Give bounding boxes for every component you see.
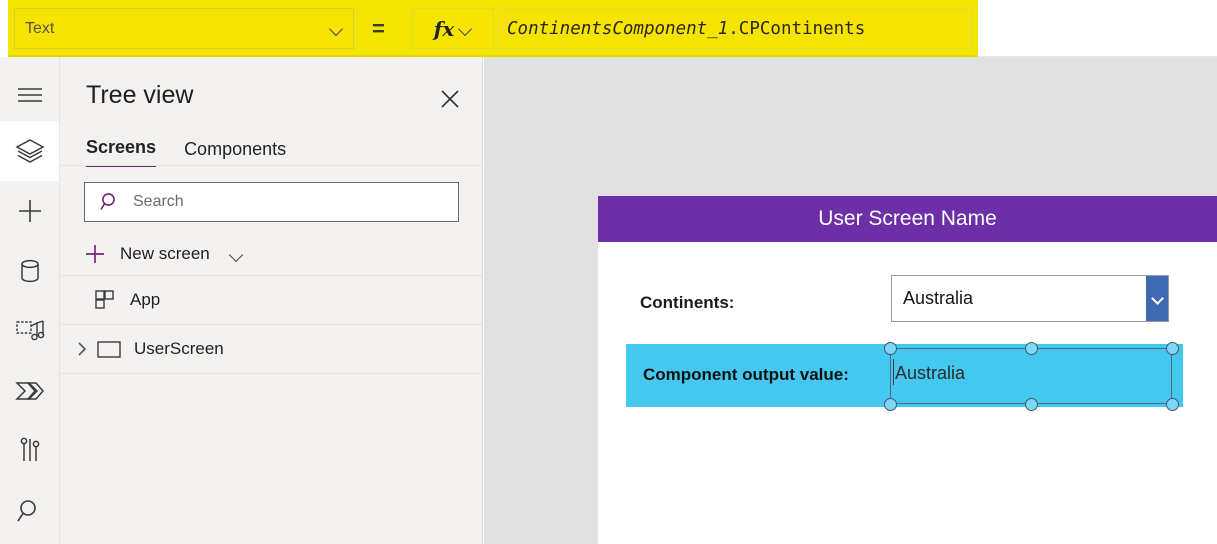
rail-item-power-automate[interactable] bbox=[0, 361, 59, 421]
property-dropdown[interactable]: Text bbox=[14, 8, 354, 49]
formula-input[interactable]: ContinentsComponent_1.CPContinents bbox=[498, 8, 972, 49]
resize-handle-top-center[interactable] bbox=[1025, 342, 1038, 355]
close-icon bbox=[441, 90, 459, 108]
continents-dropdown-value: Australia bbox=[903, 288, 974, 308]
rail-item-tree-view[interactable] bbox=[0, 121, 59, 181]
close-button[interactable] bbox=[436, 85, 464, 113]
rail-item-insert[interactable] bbox=[0, 181, 59, 241]
continents-label: Continents: bbox=[640, 293, 735, 312]
formula-bar: Text = fx ContinentsComponent_1.CPContin… bbox=[0, 0, 1217, 57]
canvas-area: User Screen Name Continents: Australia C… bbox=[484, 57, 1217, 544]
screen-header: User Screen Name bbox=[598, 196, 1217, 242]
fx-button[interactable]: fx bbox=[412, 8, 494, 49]
tree-row-divider bbox=[60, 373, 482, 374]
chevron-down-icon[interactable] bbox=[230, 248, 243, 261]
screen-header-title: User Screen Name bbox=[818, 207, 997, 230]
app-root: Text = fx ContinentsComponent_1.CPContin… bbox=[0, 0, 1217, 544]
resize-handle-bottom-left[interactable] bbox=[884, 398, 897, 411]
app-screen-preview: User Screen Name Continents: Australia C… bbox=[598, 196, 1217, 544]
tree-view-title: Tree view bbox=[86, 81, 194, 109]
property-dropdown-value: Text bbox=[25, 19, 55, 37]
new-screen-label: New screen bbox=[120, 244, 210, 263]
rail-item-search[interactable] bbox=[0, 481, 59, 541]
power-automate-icon bbox=[14, 382, 44, 400]
tree-view-panel: Tree view Screens Components Search New … bbox=[60, 57, 483, 544]
left-rail bbox=[0, 57, 60, 544]
text-caret bbox=[893, 359, 894, 385]
resize-handle-top-left[interactable] bbox=[884, 342, 897, 355]
app-grid-icon bbox=[95, 290, 114, 309]
rail-item-variables[interactable] bbox=[0, 421, 59, 481]
search-rail-icon bbox=[16, 500, 36, 522]
tree-item-label: App bbox=[130, 290, 161, 309]
selected-label-value: Australia bbox=[895, 363, 966, 383]
tree-item-label: UserScreen bbox=[134, 339, 224, 358]
tree-view-icon bbox=[14, 139, 45, 163]
search-input[interactable]: Search bbox=[84, 182, 459, 222]
dropdown-toggle-button[interactable] bbox=[1146, 276, 1168, 321]
rail-item-menu[interactable] bbox=[0, 65, 59, 125]
media-icon bbox=[15, 320, 44, 341]
tree-item-userscreen[interactable]: UserScreen bbox=[60, 325, 482, 373]
screen-icon bbox=[97, 341, 121, 358]
tabs-divider bbox=[60, 165, 482, 166]
tree-item-app[interactable]: App bbox=[60, 276, 482, 324]
fx-icon: fx bbox=[433, 16, 455, 41]
chevron-down-icon bbox=[459, 22, 472, 35]
plus-icon bbox=[86, 245, 104, 263]
search-icon bbox=[100, 193, 115, 210]
rail-item-media[interactable] bbox=[0, 301, 59, 361]
component-output-band: Component output value: Australia bbox=[626, 342, 1183, 411]
database-icon bbox=[20, 259, 39, 283]
new-screen-button[interactable]: New screen bbox=[84, 235, 243, 273]
rail-item-data[interactable] bbox=[0, 241, 59, 301]
continents-dropdown[interactable]: Australia bbox=[891, 275, 1169, 322]
search-placeholder: Search bbox=[133, 193, 184, 210]
resize-handle-bottom-center[interactable] bbox=[1025, 398, 1038, 411]
equals-sign: = bbox=[372, 16, 385, 41]
formula-property-reference: .CPContinents bbox=[728, 18, 866, 39]
hamburger-menu-icon bbox=[17, 88, 42, 102]
variables-icon bbox=[20, 437, 39, 461]
formula-text: ContinentsComponent_1.CPContinents bbox=[507, 19, 865, 39]
tree-view-tabs: Screens Components bbox=[86, 137, 286, 167]
formula-component-reference: ContinentsComponent_1 bbox=[507, 18, 729, 39]
selected-label-control[interactable]: Australia bbox=[884, 342, 1179, 411]
plus-icon bbox=[18, 200, 41, 222]
component-output-label: Component output value: bbox=[643, 365, 849, 384]
resize-handle-top-right[interactable] bbox=[1166, 342, 1179, 355]
chevron-down-icon bbox=[330, 22, 343, 35]
chevron-down-icon bbox=[1152, 293, 1163, 304]
resize-handle-bottom-right[interactable] bbox=[1166, 398, 1179, 411]
chevron-right-icon[interactable] bbox=[74, 340, 90, 358]
tab-components[interactable]: Components bbox=[184, 139, 286, 167]
tab-screens[interactable]: Screens bbox=[86, 137, 157, 167]
